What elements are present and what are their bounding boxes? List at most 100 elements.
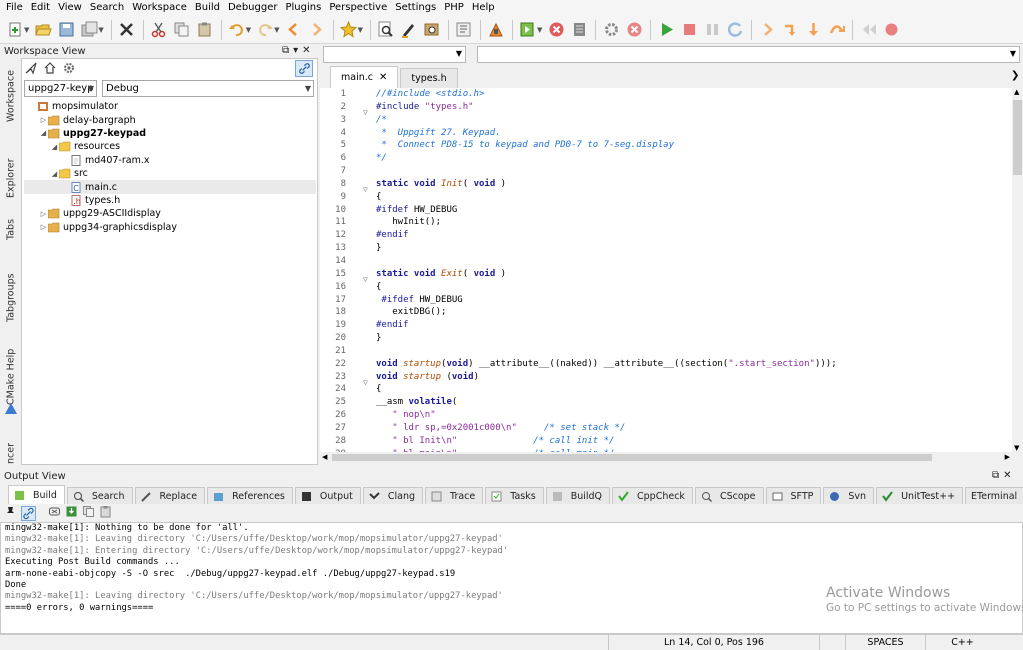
tree-expander-icon[interactable]: ◢: [50, 170, 59, 178]
menu-item-workspace[interactable]: Workspace: [128, 0, 191, 16]
paste-icon[interactable]: [99, 505, 112, 521]
dropdown-arrow-icon[interactable]: ▼: [98, 26, 103, 34]
close-panel-icon[interactable]: ✕: [1003, 470, 1011, 481]
scope-selector[interactable]: ▼: [323, 46, 466, 63]
menu-item-settings[interactable]: Settings: [391, 0, 440, 16]
fold-marker-icon[interactable]: ▽: [363, 275, 368, 284]
highlight-icon[interactable]: [398, 19, 420, 41]
gear-icon[interactable]: [62, 61, 76, 78]
menu-item-plugins[interactable]: Plugins: [281, 0, 325, 16]
stop-debug-icon[interactable]: [678, 19, 700, 41]
output-tab-references[interactable]: References: [207, 487, 293, 504]
link-editor-icon[interactable]: [295, 60, 313, 77]
output-tab-cppcheck[interactable]: CppCheck: [612, 487, 693, 504]
pin-icon[interactable]: [4, 505, 17, 521]
project-selector[interactable]: uppg27-keyp ▼: [24, 80, 97, 97]
tree-item[interactable]: ◢ resources: [24, 140, 316, 153]
side-tab-0[interactable]: Workspace: [3, 66, 19, 126]
editor-horizontal-scrollbar[interactable]: ◀ ▶: [320, 452, 1012, 463]
fold-marker-icon[interactable]: ▽: [363, 378, 368, 387]
find-icon[interactable]: [375, 19, 397, 41]
hscrollbar-thumb[interactable]: [332, 454, 932, 461]
output-tab-build[interactable]: Build: [8, 485, 65, 504]
build-project-icon[interactable]: [517, 19, 539, 41]
save-all-icon[interactable]: [78, 19, 100, 41]
cut-icon[interactable]: [148, 19, 170, 41]
dropdown-arrow-icon[interactable]: ▼: [274, 26, 279, 34]
scrollbar-thumb[interactable]: [1013, 100, 1022, 175]
scroll-right-icon[interactable]: ▶: [1005, 453, 1010, 461]
side-tab-3[interactable]: Tabgroups: [3, 263, 19, 333]
tree-item[interactable]: ▷ uppg34-graphicsdisplay: [24, 221, 316, 234]
output-tab-unittestpp[interactable]: UnitTest++: [876, 487, 964, 504]
tree-item[interactable]: ◢ src: [24, 167, 316, 180]
undo-icon[interactable]: [226, 19, 248, 41]
run-icon[interactable]: [655, 19, 677, 41]
output-tab-sftp[interactable]: SFTP: [765, 487, 822, 504]
clear-icon[interactable]: [48, 505, 61, 521]
goto-active-project-icon[interactable]: [24, 61, 38, 78]
home-icon[interactable]: [43, 61, 57, 78]
output-tab-buildq[interactable]: BuildQ: [545, 487, 611, 504]
editor-tab-main-c[interactable]: main.c ✕: [330, 66, 399, 88]
tree-expander-icon[interactable]: ▷: [39, 223, 48, 231]
editor-tab-types-h[interactable]: types.h: [400, 68, 458, 88]
pause-icon[interactable]: [701, 19, 723, 41]
breakpoint-icon[interactable]: [880, 19, 902, 41]
tab-list-chevron-icon[interactable]: ❯: [1011, 70, 1019, 81]
stop-build-icon[interactable]: [545, 19, 567, 41]
next-line-icon[interactable]: [802, 19, 824, 41]
paste-icon[interactable]: [194, 19, 216, 41]
fold-marker-icon[interactable]: ▽: [363, 108, 368, 117]
detach-panel-icon[interactable]: ⧉: [992, 470, 999, 481]
tree-item[interactable]: Cmain.c: [24, 180, 316, 194]
menu-item-perspective[interactable]: Perspective: [325, 0, 391, 16]
menu-item-help[interactable]: Help: [468, 0, 499, 16]
bookmark-icon[interactable]: [338, 19, 360, 41]
save-icon[interactable]: [55, 19, 77, 41]
side-tab-1[interactable]: Explorer: [3, 148, 19, 208]
side-tab-2[interactable]: Tabs: [3, 208, 19, 250]
clean-icon[interactable]: [568, 19, 590, 41]
output-tab-svn[interactable]: Svn: [823, 487, 875, 504]
step-in-icon[interactable]: [779, 19, 801, 41]
function-selector[interactable]: ▼: [477, 46, 1020, 63]
step-out-icon[interactable]: [756, 19, 778, 41]
back-icon[interactable]: [283, 19, 305, 41]
scroll-left-icon[interactable]: ◀: [322, 453, 327, 461]
build-config-selector[interactable]: Debug ▼: [102, 80, 314, 97]
output-tab-eterminal[interactable]: ETerminal: [965, 487, 1023, 504]
dropdown-arrow-icon[interactable]: ▼: [537, 26, 542, 34]
side-tab-5[interactable]: ncer: [3, 443, 19, 465]
tree-expander-icon[interactable]: ◢: [50, 143, 59, 151]
tree-item[interactable]: mopsimulator: [24, 100, 316, 113]
indent-mode[interactable]: SPACES: [845, 635, 925, 650]
rewind-icon[interactable]: [857, 19, 879, 41]
output-tab-cscope[interactable]: CScope: [694, 487, 764, 504]
build-wizard-icon[interactable]: [485, 19, 507, 41]
restart-icon[interactable]: [724, 19, 746, 41]
output-tab-trace[interactable]: Trace: [425, 487, 484, 504]
output-tab-search[interactable]: Search: [66, 487, 133, 504]
side-tab-4[interactable]: CMake Help: [3, 343, 19, 411]
copy-icon[interactable]: [171, 19, 193, 41]
close-file-icon[interactable]: [116, 19, 138, 41]
scroll-down-icon[interactable]: ▼: [1014, 444, 1019, 452]
output-tab-replace[interactable]: Replace: [134, 487, 206, 504]
fold-marker-icon[interactable]: ▽: [363, 185, 368, 194]
new-file-icon[interactable]: [4, 19, 26, 41]
menu-item-search[interactable]: Search: [86, 0, 128, 16]
code-editor[interactable]: 1 2 3 4 5 6 7 8 9 10 11 12 13 14 15 16 17 18 19 20 21 22 23 24 2…: [320, 88, 1012, 452]
stop-icon[interactable]: [623, 19, 645, 41]
close-tab-icon[interactable]: ✕: [379, 72, 387, 83]
step-over-icon[interactable]: [825, 19, 847, 41]
editor-vertical-scrollbar[interactable]: ▲ ▼: [1012, 88, 1023, 452]
language-mode[interactable]: C++: [925, 635, 999, 650]
output-tab-tasks[interactable]: Tasks: [485, 487, 544, 504]
open-folder-icon[interactable]: [32, 19, 54, 41]
dropdown-arrow-icon[interactable]: ▼: [358, 26, 363, 34]
scroll-up-icon[interactable]: ▲: [1014, 88, 1019, 96]
build-settings-icon[interactable]: [600, 19, 622, 41]
panel-menu-icon[interactable]: ▾: [293, 45, 298, 56]
tree-item[interactable]: ▷ delay-bargraph: [24, 113, 316, 126]
